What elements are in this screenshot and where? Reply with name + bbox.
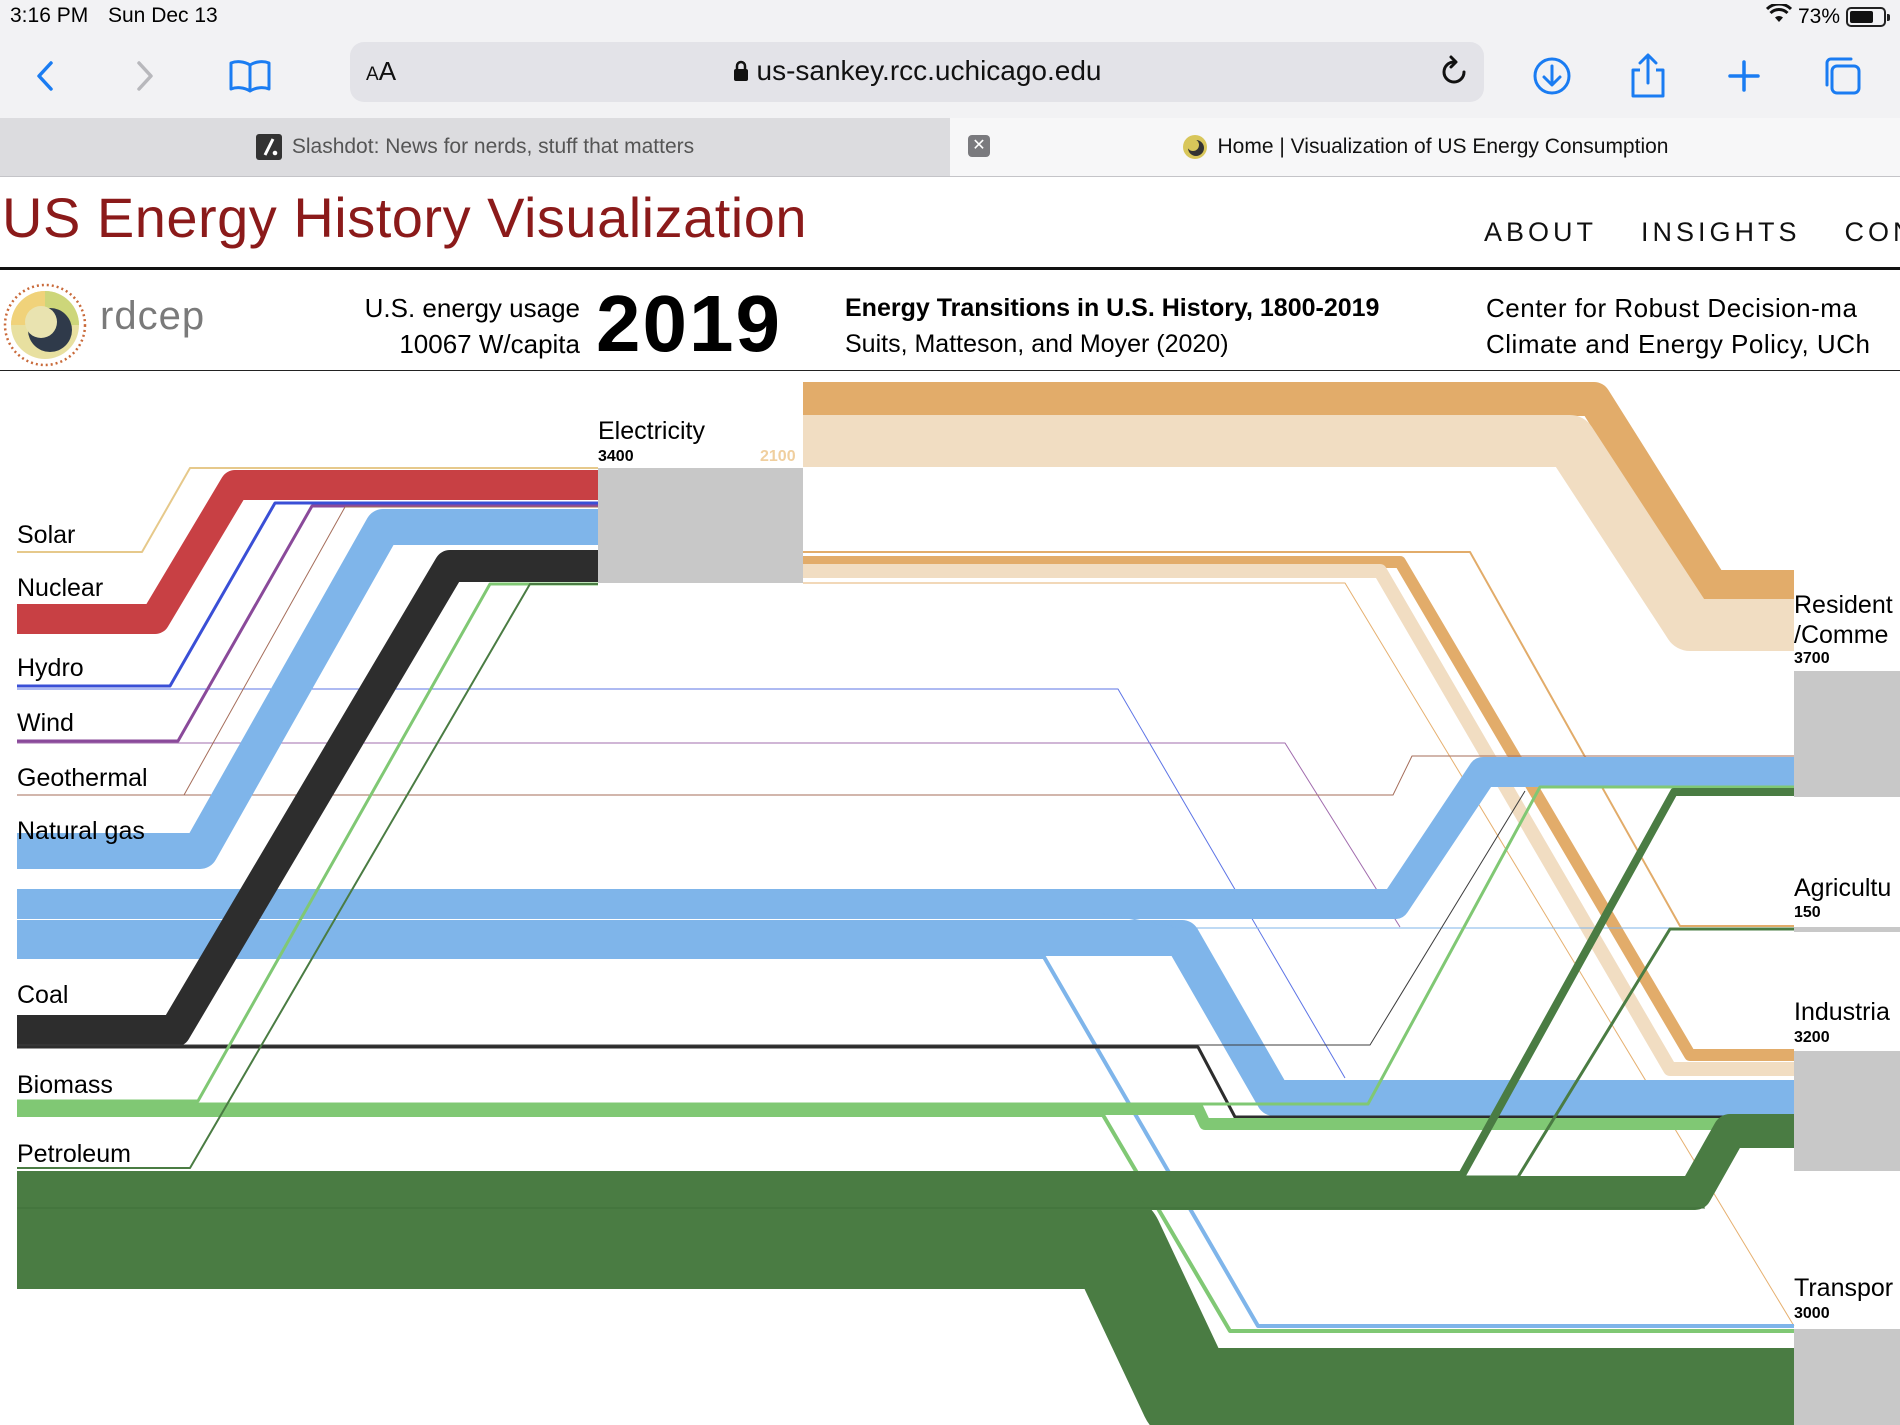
status-indicators: 73% xyxy=(1765,2,1890,30)
back-icon xyxy=(37,61,53,91)
tab-title: Slashdot: News for nerds, stuff that mat… xyxy=(291,135,695,158)
tabs-overview-button[interactable] xyxy=(1814,48,1870,104)
battery-percent: 73% xyxy=(1797,5,1840,28)
sink-value-industrial: 3200 xyxy=(1794,1029,1830,1046)
sink-value-agriculture: 150 xyxy=(1794,904,1821,921)
new-tab-button[interactable] xyxy=(1716,48,1772,104)
electricity-secondary-value: 2100 xyxy=(760,448,796,465)
back-button[interactable] xyxy=(18,48,74,104)
new-tab-icon xyxy=(1728,60,1760,92)
center-line-1: Center for Robust Decision-ma xyxy=(1486,293,1858,323)
nav-contact[interactable]: CON xyxy=(1845,217,1900,248)
source-label-nuclear: Nuclear xyxy=(17,574,103,602)
site-header: US Energy History Visualization ABOUT IN… xyxy=(0,177,1900,270)
forward-icon xyxy=(137,61,153,91)
address-bar[interactable]: AA us-sankey.rcc.uchicago.edu xyxy=(350,42,1484,102)
sink-node-residential[interactable] xyxy=(1794,671,1900,797)
sink-value-transport: 3000 xyxy=(1794,1305,1830,1322)
status-bar: 3:16 PM Sun Dec 13 73% xyxy=(0,0,1900,36)
rdcep-favicon-icon xyxy=(1182,134,1208,160)
tabs-icon xyxy=(1825,57,1861,95)
source-label-natural-gas: Natural gas xyxy=(17,817,145,845)
share-button[interactable] xyxy=(1620,48,1676,104)
download-icon xyxy=(1533,57,1571,95)
close-icon: ✕ xyxy=(972,137,986,154)
usage-label: U.S. energy usage xyxy=(364,293,580,323)
rdcep-logo-icon[interactable] xyxy=(0,280,90,370)
url-display[interactable]: us-sankey.rcc.uchicago.edu xyxy=(350,55,1484,87)
source-label-geothermal: Geothermal xyxy=(17,764,148,792)
energy-usage: U.S. energy usage 10067 W/capita xyxy=(340,290,580,362)
url-text: us-sankey.rcc.uchicago.edu xyxy=(756,55,1102,86)
sink-label-residential: Resident xyxy=(1794,591,1893,619)
logo-text: rdcep xyxy=(100,294,206,338)
source-label-solar: Solar xyxy=(17,521,75,549)
browser-toolbar: AA us-sankey.rcc.uchicago.edu xyxy=(0,36,1900,118)
lock-icon xyxy=(733,60,748,81)
bookmarks-button[interactable] xyxy=(222,48,278,104)
battery-level xyxy=(1850,11,1873,23)
tab-bar: Slashdot: News for nerds, stuff that mat… xyxy=(0,118,1900,177)
reload-icon xyxy=(1442,55,1466,84)
sink-label-transport: Transpor xyxy=(1794,1274,1893,1302)
center-line-2: Climate and Energy Policy, UCh xyxy=(1486,329,1871,359)
source-label-coal: Coal xyxy=(17,981,68,1009)
nav-about[interactable]: ABOUT xyxy=(1484,217,1597,248)
reload-button[interactable] xyxy=(1438,54,1470,93)
sink-label-agriculture: Agricultu xyxy=(1794,874,1891,902)
electricity-node[interactable] xyxy=(598,468,803,583)
energy-sankey-diagram[interactable]: Solar Nuclear Hydro Wind Geothermal Natu… xyxy=(0,371,1900,1425)
tab-energy[interactable]: ✕ Home | Visualization of US Energy Cons… xyxy=(950,118,1900,176)
sink-label-residential-2: /Comme xyxy=(1794,621,1888,649)
flow-electricity-industrial[interactable] xyxy=(803,556,1794,1061)
nav-insights[interactable]: INSIGHTS xyxy=(1641,217,1801,248)
download-button[interactable] xyxy=(1524,48,1580,104)
share-icon xyxy=(1631,53,1665,98)
site-nav: ABOUT INSIGHTS CON xyxy=(1484,217,1900,248)
paper-authors: Suits, Matteson, and Moyer (2020) xyxy=(845,330,1229,358)
sink-node-agriculture[interactable] xyxy=(1794,927,1900,932)
close-tab-button[interactable]: ✕ xyxy=(968,135,990,157)
source-label-hydro: Hydro xyxy=(17,654,84,682)
flow-electricity-loss-industrial[interactable] xyxy=(803,564,1794,1076)
electricity-value: 3400 xyxy=(598,448,634,465)
flow-electricity-agriculture[interactable] xyxy=(803,551,1794,927)
bookmarks-icon xyxy=(229,60,271,93)
source-label-wind: Wind xyxy=(17,709,74,737)
wifi-icon xyxy=(1765,2,1793,30)
sink-value-residential: 3700 xyxy=(1794,650,1830,667)
site-title[interactable]: US Energy History Visualization xyxy=(2,185,807,250)
paper-citation: Energy Transitions in U.S. History, 1800… xyxy=(845,290,1379,362)
forward-button[interactable] xyxy=(116,48,172,104)
center-name: Center for Robust Decision-ma Climate an… xyxy=(1486,290,1870,362)
sink-node-industrial[interactable] xyxy=(1794,1051,1900,1171)
paper-title[interactable]: Energy Transitions in U.S. History, 1800… xyxy=(845,290,1379,326)
flow-petroleum-transport[interactable] xyxy=(17,1193,1794,1425)
sink-label-industrial: Industria xyxy=(1794,998,1890,1026)
flow-gas-industrial[interactable] xyxy=(17,920,1794,1116)
status-time: 3:16 PM xyxy=(10,4,89,27)
tab-title: Home | Visualization of US Energy Consum… xyxy=(1217,135,1669,158)
status-date: Sun Dec 13 xyxy=(108,4,218,27)
sink-node-transport[interactable] xyxy=(1794,1329,1900,1425)
battery-icon xyxy=(1846,7,1890,27)
slashdot-favicon-icon xyxy=(255,134,282,160)
source-label-biomass: Biomass xyxy=(17,1071,113,1099)
info-bar: rdcep U.S. energy usage 10067 W/capita 2… xyxy=(0,270,1900,371)
usage-value: 10067 W/capita xyxy=(399,329,580,359)
source-label-petroleum: Petroleum xyxy=(17,1140,131,1168)
electricity-label: Electricity xyxy=(598,417,705,445)
flow-hydro-other[interactable] xyxy=(17,688,1346,1079)
year-display: 2019 xyxy=(596,279,782,368)
tab-slashdot[interactable]: Slashdot: News for nerds, stuff that mat… xyxy=(0,118,950,176)
